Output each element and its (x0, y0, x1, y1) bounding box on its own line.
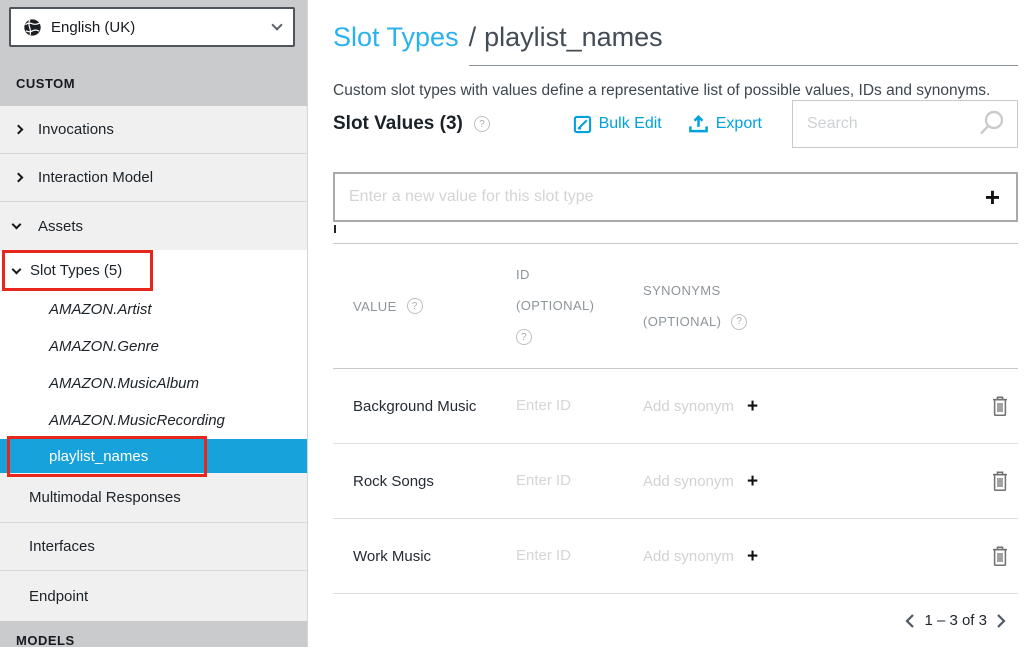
id-input[interactable] (516, 472, 623, 489)
add-synonym-button[interactable]: + (747, 472, 758, 491)
column-header-value: VALUE ? (333, 298, 496, 314)
sidebar-nav: Invocations Interaction Model Assets Slo… (0, 106, 307, 621)
synonym-input[interactable] (643, 548, 739, 565)
new-slot-value-input[interactable] (335, 188, 985, 206)
add-synonym-button[interactable]: + (747, 397, 758, 416)
pagination-prev-button[interactable] (905, 613, 915, 629)
chevron-down-icon (12, 264, 22, 274)
pagination-next-button[interactable] (996, 613, 1006, 629)
breadcrumb-current: /playlist_names (469, 22, 1018, 66)
trash-icon (991, 471, 1009, 492)
models-section-header: MODELS (16, 633, 75, 648)
pagination-range-label: 1 – 3 of 3 (924, 612, 987, 629)
id-input[interactable] (516, 547, 623, 564)
slot-value-label: Background Music (333, 398, 496, 415)
page-title: playlist_names (484, 22, 663, 52)
sidebar-item-slot-types[interactable]: Slot Types (5) (0, 250, 307, 291)
chevron-left-icon (905, 613, 915, 629)
pagination: 1 – 3 of 3 (905, 612, 1006, 629)
page-description: Custom slot types with values define a r… (333, 82, 990, 100)
breadcrumb: Slot Types /playlist_names (333, 22, 1018, 66)
slot-value-label: Work Music (333, 548, 496, 565)
table-row: Rock Songs + (333, 444, 1018, 519)
sidebar-item-assets[interactable]: Assets (0, 202, 307, 250)
help-icon[interactable]: ? (407, 298, 423, 314)
delete-row-button[interactable] (962, 546, 1018, 567)
table-row: Work Music + (333, 519, 1018, 594)
add-synonym-button[interactable]: + (747, 547, 758, 566)
chevron-down-icon (271, 19, 282, 30)
search-input[interactable] (807, 115, 975, 133)
synonym-input[interactable] (643, 398, 739, 415)
bulk-edit-button[interactable]: Bulk Edit (573, 115, 662, 134)
column-header-id: ID (OPTIONAL) ? (496, 267, 623, 345)
sidebar-item-invocations[interactable]: Invocations (0, 106, 307, 154)
search-icon[interactable] (975, 108, 1007, 140)
trash-icon (991, 546, 1009, 567)
export-button[interactable]: Export (688, 114, 762, 134)
delete-row-button[interactable] (962, 396, 1018, 417)
id-input[interactable] (516, 397, 623, 414)
main-content: Slot Types /playlist_names Custom slot t… (308, 0, 1032, 647)
chevron-right-icon (996, 613, 1006, 629)
custom-section-header: CUSTOM (16, 76, 75, 91)
language-selector[interactable]: English (UK) (9, 7, 295, 47)
slot-values-heading: Slot Values (3) (333, 113, 463, 135)
sidebar-item-interfaces[interactable]: Interfaces (0, 523, 307, 571)
sidebar-item-endpoint[interactable]: Endpoint (0, 571, 307, 621)
help-icon[interactable]: ? (474, 116, 490, 132)
help-icon[interactable]: ? (516, 329, 532, 345)
search-box (792, 100, 1018, 148)
sidebar-item-amazon-artist[interactable]: AMAZON.Artist (0, 291, 307, 328)
table-row: Background Music + (333, 369, 1018, 444)
new-slot-value-row: + (333, 172, 1018, 222)
slot-values-toolbar: Slot Values (3) ? Bulk Edit Export (333, 100, 1018, 148)
table-header-row: VALUE ? ID (OPTIONAL) ? SYNONYMS (OPTION… (333, 243, 1018, 369)
chevron-down-icon (12, 220, 22, 230)
sidebar-item-interaction-model[interactable]: Interaction Model (0, 154, 307, 202)
synonym-input[interactable] (643, 473, 739, 490)
slot-value-label: Rock Songs (333, 473, 496, 490)
add-value-button[interactable]: + (985, 184, 1000, 210)
delete-row-button[interactable] (962, 471, 1018, 492)
sidebar-item-playlist-names[interactable]: playlist_names (0, 439, 307, 473)
chevron-right-icon (14, 173, 24, 183)
sidebar-item-amazon-genre[interactable]: AMAZON.Genre (0, 328, 307, 365)
text-cursor-artifact (334, 225, 336, 233)
breadcrumb-slot-types-link[interactable]: Slot Types (333, 22, 459, 53)
sidebar: English (UK) CUSTOM Invocations Interact… (0, 0, 308, 647)
chevron-right-icon (14, 125, 24, 135)
column-header-synonyms: SYNONYMS (OPTIONAL) ? (623, 283, 962, 330)
bulk-edit-icon (573, 115, 592, 134)
export-icon (688, 114, 709, 134)
sidebar-item-multimodal-responses[interactable]: Multimodal Responses (0, 473, 307, 523)
breadcrumb-separator: / (469, 22, 477, 52)
sidebar-item-amazon-musicalbum[interactable]: AMAZON.MusicAlbum (0, 365, 307, 402)
help-icon[interactable]: ? (731, 314, 747, 330)
slot-values-table: VALUE ? ID (OPTIONAL) ? SYNONYMS (OPTION… (333, 243, 1018, 594)
language-label: English (UK) (51, 19, 273, 36)
trash-icon (991, 396, 1009, 417)
globe-icon (23, 18, 42, 37)
sidebar-item-amazon-musicrecording[interactable]: AMAZON.MusicRecording (0, 402, 307, 439)
